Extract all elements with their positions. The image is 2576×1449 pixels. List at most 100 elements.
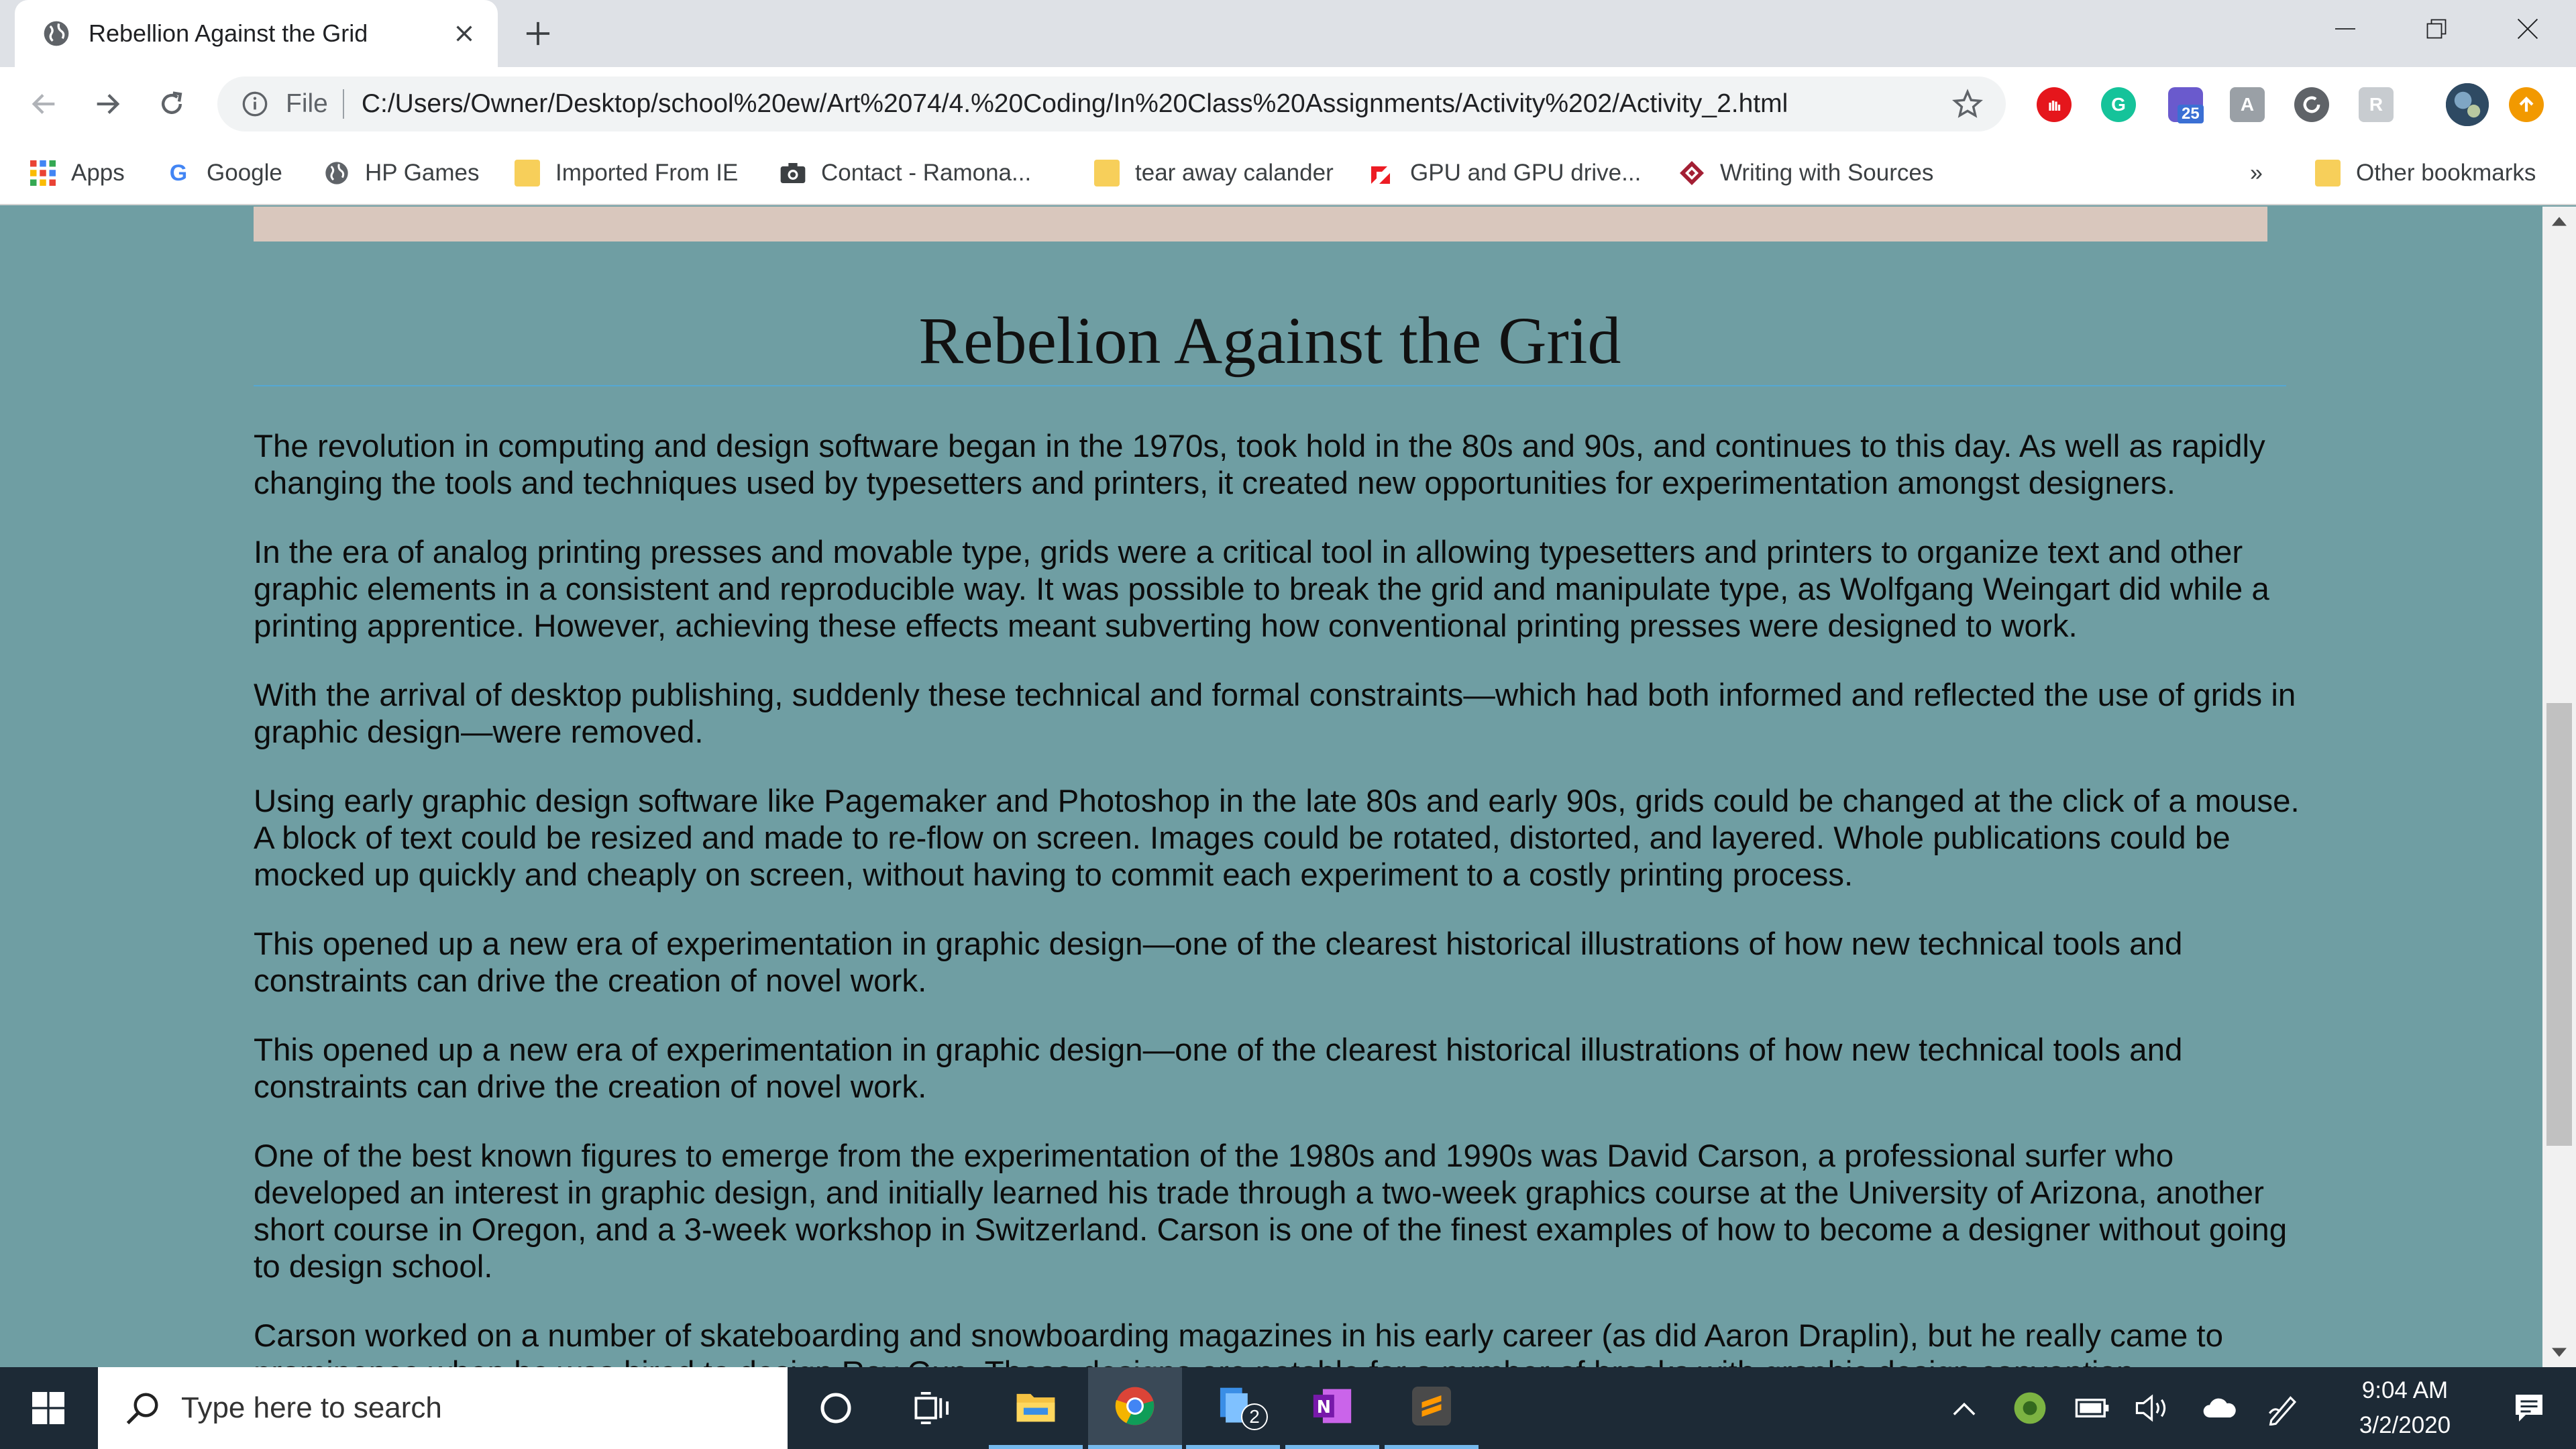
camera-icon <box>780 160 806 186</box>
bookmark-google[interactable]: G Google <box>165 154 282 192</box>
show-hidden-icons-chevron-icon[interactable] <box>1943 1367 1986 1449</box>
clock-date: 3/2/2020 <box>2359 1412 2451 1438</box>
close-tab-icon[interactable] <box>444 13 484 54</box>
taskbar-search-box[interactable]: Type here to search <box>98 1367 788 1449</box>
scroll-down-arrow-icon[interactable] <box>2542 1338 2576 1367</box>
paragraph: Using early graphic design software like… <box>254 784 2300 893</box>
reload-button[interactable] <box>152 84 192 124</box>
window-count-badge: 2 <box>1241 1403 1268 1430</box>
paragraph: The revolution in computing and design s… <box>254 429 2265 501</box>
calendar-extension-icon[interactable]: 25 <box>2168 87 2204 123</box>
system-clock[interactable]: 9:04 AM 3/2/2020 <box>2328 1367 2482 1449</box>
svg-text:N: N <box>1317 1397 1331 1417</box>
bookmark-imported-from-ie[interactable]: Imported From IE <box>514 154 738 192</box>
bookmark-apps[interactable]: Apps <box>30 154 125 192</box>
restore-button[interactable] <box>2391 0 2482 58</box>
header-image-strip <box>254 207 2267 241</box>
folder-icon <box>2314 160 2341 186</box>
profile-avatar[interactable] <box>2446 83 2489 126</box>
apps-grid-icon <box>30 160 56 186</box>
chrome-taskbar-icon[interactable] <box>1088 1367 1182 1449</box>
font-extension-icon[interactable]: R <box>2359 87 2394 122</box>
bookmark-label: Writing with Sources <box>1720 160 1934 186</box>
bookmark-contact-ramona[interactable]: Contact - Ramona... <box>780 154 1031 192</box>
file-explorer-icon[interactable] <box>989 1367 1083 1449</box>
bookmark-star-icon[interactable] <box>1952 89 1983 119</box>
files-app-icon[interactable]: 2 <box>1186 1367 1280 1449</box>
grammarly-extension-icon[interactable]: G <box>2101 87 2136 122</box>
volume-icon[interactable] <box>2129 1367 2178 1449</box>
article-body: The revolution in computing and design s… <box>254 428 2300 1367</box>
bookmarks-bar: Apps G Google HP Games Imported From IE … <box>0 141 2576 205</box>
paragraph: One of the best known figures to emerge … <box>254 1138 2288 1285</box>
bookmark-writing-with-sources[interactable]: Writing with Sources <box>1678 154 1933 192</box>
info-icon[interactable] <box>241 91 268 117</box>
security-tray-icon[interactable] <box>2006 1367 2054 1449</box>
cortana-icon[interactable] <box>789 1367 883 1449</box>
address-bar[interactable]: File C:/Users/Owner/Desktop/school%20ew/… <box>217 76 2006 131</box>
bookmark-label: Other bookmarks <box>2356 160 2536 186</box>
minimize-button[interactable] <box>2300 0 2391 58</box>
task-view-icon[interactable] <box>885 1367 979 1449</box>
search-icon <box>126 1393 158 1425</box>
folder-icon <box>514 160 541 186</box>
windows-taskbar: Type here to search 2 N 9:04 AM 3/2/2020 <box>0 1367 2576 1449</box>
windows-logo-icon <box>32 1392 64 1424</box>
bookmark-label: tear away calander <box>1135 160 1334 186</box>
pen-workspace-icon[interactable] <box>2259 1367 2308 1449</box>
diamond-icon <box>1678 160 1705 186</box>
bookmark-gpu-drivers[interactable]: GPU and GPU drive... <box>1368 154 1641 192</box>
paragraph: With the arrival of desktop publishing, … <box>254 678 2296 750</box>
tab-strip: Rebellion Against the Grid <box>0 0 2576 67</box>
scroll-up-arrow-icon[interactable] <box>2542 207 2576 236</box>
bookmark-label: GPU and GPU drive... <box>1410 160 1642 186</box>
browser-tab-active[interactable]: Rebellion Against the Grid <box>15 0 498 67</box>
adblock-extension-icon[interactable] <box>2037 87 2072 122</box>
url-text[interactable]: C:/Users/Owner/Desktop/school%20ew/Art%2… <box>362 89 1952 119</box>
paragraph: Carson worked on a number of skateboardi… <box>254 1318 2224 1367</box>
pdf-extension-icon[interactable]: A <box>2230 87 2265 122</box>
url-scheme-label: File <box>286 89 328 118</box>
google-icon: G <box>169 160 188 186</box>
search-placeholder: Type here to search <box>181 1391 442 1424</box>
battery-icon[interactable] <box>2069 1367 2117 1449</box>
back-button[interactable] <box>24 84 64 124</box>
overflow-chevron-icon: » <box>2250 160 2263 186</box>
omnibox-divider <box>342 89 344 119</box>
onedrive-cloud-icon[interactable] <box>2195 1367 2243 1449</box>
update-icon[interactable] <box>2509 87 2544 122</box>
page-viewport: Rebelion Against the Grid The revolution… <box>0 207 2542 1367</box>
bookmark-label: HP Games <box>365 160 480 186</box>
notifications-icon[interactable] <box>2482 1367 2576 1449</box>
close-window-button[interactable] <box>2482 0 2573 58</box>
refresh-extension-icon[interactable] <box>2294 87 2329 122</box>
title-divider <box>254 385 2286 386</box>
bookmark-label: Imported From IE <box>555 160 739 186</box>
bookmarks-overflow-button[interactable]: » <box>2250 154 2263 192</box>
folder-icon <box>1093 160 1120 186</box>
bookmark-label: Contact - Ramona... <box>821 160 1032 186</box>
paragraph: This opened up a new era of experimentat… <box>254 1032 2183 1105</box>
bookmark-hp-games[interactable]: HP Games <box>323 154 480 192</box>
page-title: Rebelion Against the Grid <box>918 303 1621 378</box>
tab-title: Rebellion Against the Grid <box>89 19 368 47</box>
paragraph: This opened up a new era of experimentat… <box>254 926 2183 999</box>
browser-toolbar: File C:/Users/Owner/Desktop/school%20ew/… <box>0 67 2576 141</box>
new-tab-button[interactable] <box>518 13 558 54</box>
onenote-icon[interactable]: N <box>1285 1367 1379 1449</box>
scroll-thumb[interactable] <box>2546 703 2572 1146</box>
globe-icon <box>44 21 69 46</box>
amd-icon <box>1368 160 1395 186</box>
sublime-text-icon[interactable] <box>1385 1367 1479 1449</box>
bookmark-label: Apps <box>71 160 125 186</box>
bookmark-label: Google <box>207 160 282 186</box>
vertical-scrollbar[interactable] <box>2542 207 2576 1367</box>
start-button[interactable] <box>0 1367 97 1449</box>
clock-time: 9:04 AM <box>2361 1377 2449 1403</box>
bookmark-tear-away-calander[interactable]: tear away calander <box>1093 154 1334 192</box>
paragraph: In the era of analog printing presses an… <box>254 535 2269 644</box>
globe-icon <box>323 160 350 186</box>
forward-button[interactable] <box>87 84 127 124</box>
extension-badge: 25 <box>2178 105 2204 123</box>
bookmark-other-bookmarks[interactable]: Other bookmarks <box>2314 154 2536 192</box>
